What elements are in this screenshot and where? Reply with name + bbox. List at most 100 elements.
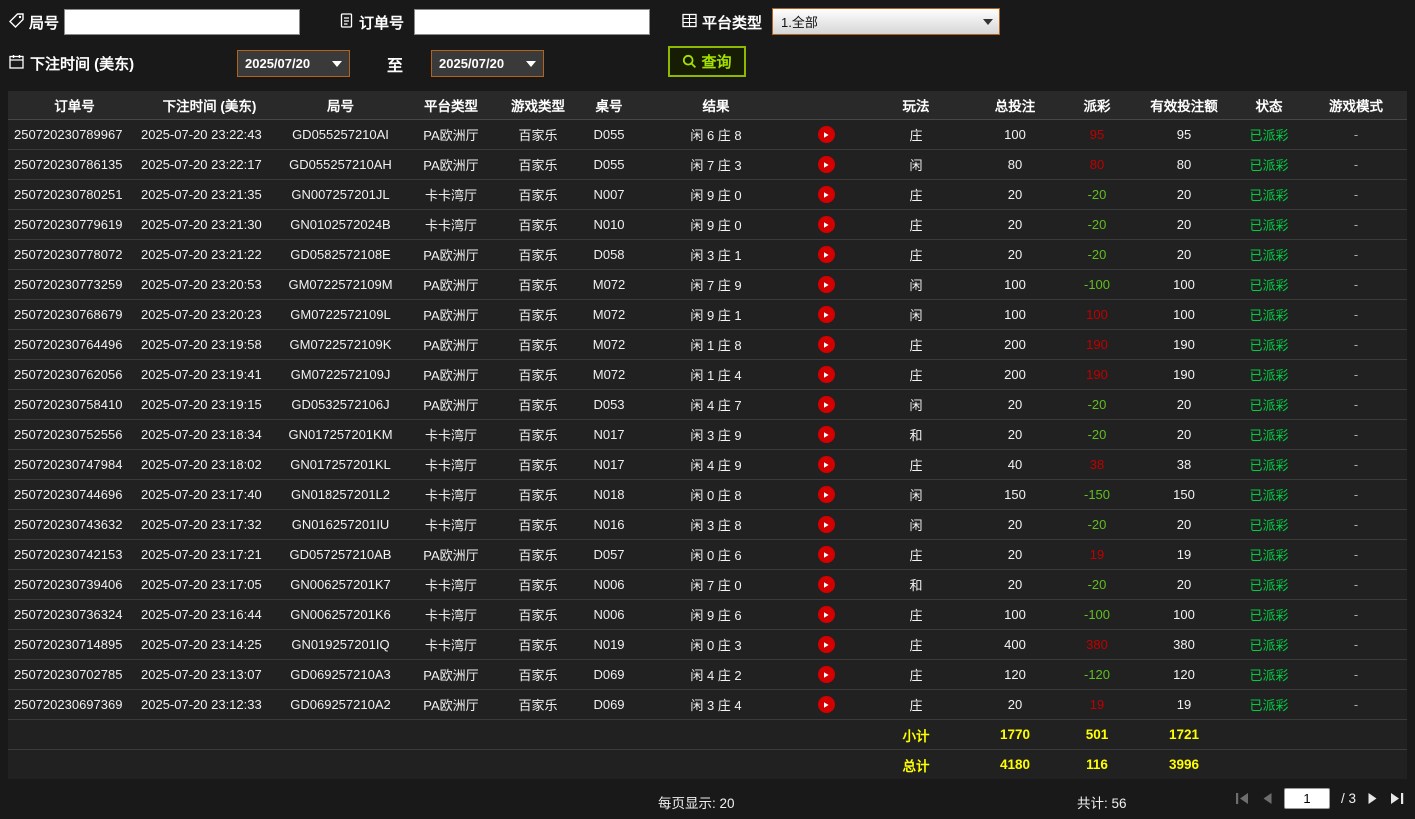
replay-play-icon[interactable] xyxy=(817,126,835,143)
cell-platform: PA欧洲厅 xyxy=(423,398,479,413)
replay-play-icon[interactable] xyxy=(817,606,835,623)
cell-replay xyxy=(791,456,861,473)
table-row: 250720230778072 2025-07-20 23:21:22 GD05… xyxy=(8,240,1407,270)
cell-game-mode: - xyxy=(1353,577,1359,592)
platform-type-label: 平台类型 xyxy=(702,15,763,32)
cell-order-no: 250720230773259 xyxy=(14,277,123,292)
round-no-input[interactable] xyxy=(64,9,300,35)
cell-payout: -120 xyxy=(1083,667,1111,682)
cell-order-no: 250720230768679 xyxy=(14,307,123,322)
cell-payout: -20 xyxy=(1087,577,1107,592)
replay-play-icon[interactable] xyxy=(817,396,835,413)
replay-play-icon[interactable] xyxy=(817,576,835,593)
cell-round-no: GM0722572109K xyxy=(289,337,392,352)
order-no-input[interactable] xyxy=(414,9,650,35)
replay-play-icon[interactable] xyxy=(817,636,835,653)
cell-bet-time: 2025-07-20 23:17:32 xyxy=(141,517,262,532)
platform-type-select[interactable]: 1.全部 xyxy=(772,8,1000,35)
replay-play-icon[interactable] xyxy=(817,546,835,563)
cell-replay xyxy=(791,606,861,623)
order-no-label: 订单号 xyxy=(359,15,405,32)
replay-play-icon[interactable] xyxy=(817,306,835,323)
grid-icon xyxy=(682,13,697,28)
cell-total-bet: 400 xyxy=(1004,637,1026,652)
cell-play: 庄 xyxy=(909,128,923,143)
query-button[interactable]: 查询 xyxy=(668,46,746,77)
chevron-down-icon xyxy=(332,60,342,67)
cell-valid-bet: 20 xyxy=(1176,187,1192,202)
cell-play: 庄 xyxy=(909,608,923,623)
grand-total-valid-bet: 3996 xyxy=(1168,757,1200,772)
cell-table-no: D069 xyxy=(593,697,625,712)
cell-play: 庄 xyxy=(909,458,923,473)
cell-game-type: 百家乐 xyxy=(518,398,558,413)
table-row: 250720230744696 2025-07-20 23:17:40 GN01… xyxy=(8,480,1407,510)
replay-play-icon[interactable] xyxy=(817,246,835,263)
cell-platform: 卡卡湾厅 xyxy=(424,518,477,533)
cell-order-no: 250720230742153 xyxy=(14,547,123,562)
replay-play-icon[interactable] xyxy=(817,516,835,533)
cell-payout: 95 xyxy=(1089,127,1105,142)
cell-game-mode: - xyxy=(1353,157,1359,172)
replay-play-icon[interactable] xyxy=(817,156,835,173)
cell-order-no: 250720230778072 xyxy=(14,247,123,262)
replay-play-icon[interactable] xyxy=(817,216,835,233)
date-from-value: 2025/07/20 xyxy=(245,56,311,71)
search-icon xyxy=(683,54,697,69)
cell-bet-time: 2025-07-20 23:20:53 xyxy=(141,277,262,292)
cell-result: 闲 7 庄 9 xyxy=(690,278,742,293)
cell-play: 和 xyxy=(909,428,923,443)
replay-play-icon[interactable] xyxy=(817,426,835,443)
grand-total-total-bet: 4180 xyxy=(999,757,1031,772)
first-page-button[interactable] xyxy=(1235,792,1250,805)
cell-replay xyxy=(791,126,861,143)
cell-status: 已派彩 xyxy=(1249,278,1289,293)
replay-play-icon[interactable] xyxy=(817,666,835,683)
cell-game-mode: - xyxy=(1353,607,1359,622)
cell-order-no: 250720230744696 xyxy=(14,487,123,502)
replay-play-icon[interactable] xyxy=(817,486,835,503)
tag-icon xyxy=(9,13,24,28)
page-number-input[interactable] xyxy=(1283,788,1330,809)
per-page-label: 每页显示: 20 xyxy=(658,796,735,811)
cell-platform: 卡卡湾厅 xyxy=(424,428,477,443)
bet-records-page: 0000 0000 Cosmo 局号 订单号 平台类型 1.全部 下注时间 (美… xyxy=(0,0,1415,819)
cell-round-no: GN007257201JL xyxy=(291,187,390,202)
cell-platform: 卡卡湾厅 xyxy=(424,578,477,593)
cell-bet-time: 2025-07-20 23:21:22 xyxy=(141,247,262,262)
cell-table-no: M072 xyxy=(592,307,626,322)
cell-table-no: N019 xyxy=(593,637,625,652)
cell-replay xyxy=(791,306,861,323)
cell-game-type: 百家乐 xyxy=(518,578,558,593)
cell-payout: 190 xyxy=(1086,337,1108,352)
next-page-button[interactable] xyxy=(1367,792,1379,805)
last-page-button[interactable] xyxy=(1390,792,1405,805)
date-from-picker[interactable]: 2025/07/20 xyxy=(237,50,350,77)
replay-play-icon[interactable] xyxy=(817,366,835,383)
chevron-down-icon xyxy=(983,18,993,25)
cell-play: 庄 xyxy=(909,188,923,203)
cell-total-bet: 20 xyxy=(1007,517,1023,532)
prev-page-button[interactable] xyxy=(1261,792,1273,805)
cell-order-no: 250720230743632 xyxy=(14,517,123,532)
cell-platform: PA欧洲厅 xyxy=(423,368,479,383)
cell-status: 已派彩 xyxy=(1249,128,1289,143)
cell-total-bet: 20 xyxy=(1007,427,1023,442)
cell-order-no: 250720230697369 xyxy=(14,697,123,712)
replay-play-icon[interactable] xyxy=(817,336,835,353)
cell-payout: -20 xyxy=(1087,517,1107,532)
date-to-picker[interactable]: 2025/07/20 xyxy=(431,50,544,77)
replay-play-icon[interactable] xyxy=(817,276,835,293)
cell-table-no: N006 xyxy=(593,607,625,622)
cell-table-no: N016 xyxy=(593,517,625,532)
replay-play-icon[interactable] xyxy=(817,696,835,713)
cell-round-no: GD069257210A3 xyxy=(290,667,391,682)
cell-replay xyxy=(791,246,861,263)
cell-valid-bet: 20 xyxy=(1176,217,1192,232)
round-no-label: 局号 xyxy=(29,15,60,32)
replay-play-icon[interactable] xyxy=(817,186,835,203)
bet-time-label: 下注时间 (美东) xyxy=(30,56,135,73)
table-row: 250720230739406 2025-07-20 23:17:05 GN00… xyxy=(8,570,1407,600)
cell-payout: 19 xyxy=(1089,547,1105,562)
replay-play-icon[interactable] xyxy=(817,456,835,473)
